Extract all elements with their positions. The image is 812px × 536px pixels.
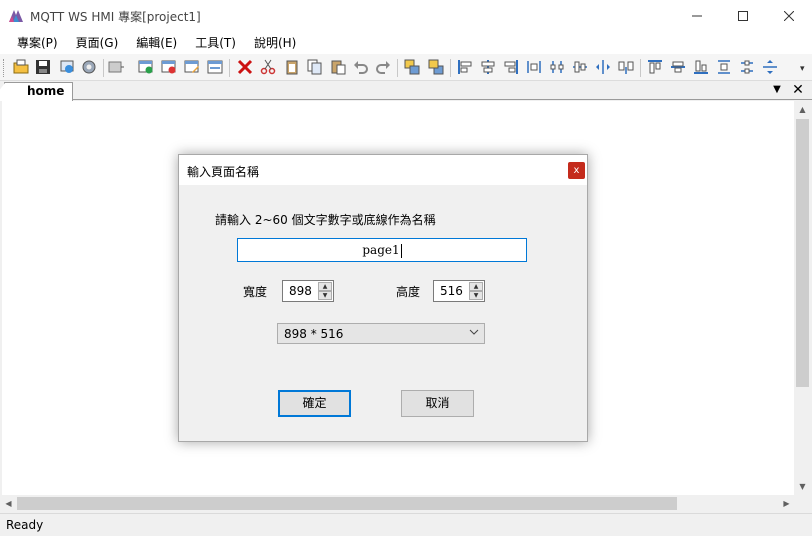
copy-icon[interactable] — [307, 59, 323, 75]
status-text: Ready — [6, 518, 44, 532]
toolbar-separator — [397, 59, 398, 77]
dialog-close-button[interactable]: x — [568, 162, 585, 179]
cancel-button[interactable]: 取消 — [401, 390, 474, 417]
distribute-vertical-icon[interactable] — [716, 59, 732, 75]
toolbar: ▾ — [0, 54, 812, 81]
status-bar: Ready — [0, 513, 812, 536]
maximize-icon — [738, 11, 748, 21]
paste-icon[interactable] — [330, 59, 346, 75]
page-properties-icon[interactable] — [207, 59, 223, 75]
center-horizontal-icon[interactable] — [618, 59, 634, 75]
dialog-title: 輸入頁面名稱 — [187, 165, 260, 179]
vertical-scroll-thumb[interactable] — [796, 119, 809, 387]
align-middle-icon[interactable] — [572, 59, 588, 75]
scroll-corner — [795, 495, 812, 512]
bring-front-icon[interactable] — [404, 59, 420, 75]
width-increase-arrow-icon[interactable]: ▲ — [318, 282, 332, 291]
menu-tools[interactable]: 工具(T) — [186, 32, 245, 54]
align-center-icon[interactable] — [480, 59, 496, 75]
delete-page-icon[interactable] — [161, 59, 177, 75]
toolbar-overflow-button[interactable]: ▾ — [800, 62, 810, 76]
align-top-icon[interactable] — [647, 59, 663, 75]
width-decrease-arrow-icon[interactable]: ▼ — [318, 291, 332, 300]
text-caret — [400, 243, 402, 258]
vertical-scrollbar[interactable]: ▲ ▼ — [794, 101, 811, 495]
width-label: 寬度 — [243, 285, 268, 299]
delete-icon[interactable] — [237, 59, 253, 75]
dialog-prompt: 請輸入 2~60 個文字數字或底線作為名稱 — [215, 213, 436, 227]
maximize-button[interactable] — [720, 0, 766, 32]
menu-page[interactable]: 頁面(G) — [67, 32, 128, 54]
tab-close-button[interactable]: ✕ — [790, 81, 806, 99]
send-back-icon[interactable] — [428, 59, 444, 75]
close-icon — [784, 11, 794, 21]
align-left-icon[interactable] — [457, 59, 473, 75]
page-list-icon[interactable] — [108, 59, 124, 75]
toolbar-separator — [450, 59, 451, 77]
menu-edit[interactable]: 編輯(E) — [127, 32, 186, 54]
width-stepper-buttons: ▲ ▼ — [318, 282, 332, 300]
menu-help[interactable]: 說明(H) — [245, 32, 305, 54]
horizontal-scroll-thumb[interactable] — [17, 497, 677, 510]
distribute-horizontal-icon[interactable] — [526, 59, 542, 75]
settings-icon[interactable] — [81, 59, 97, 75]
scroll-left-arrow-icon[interactable]: ◀ — [0, 495, 17, 512]
rename-page-icon[interactable] — [184, 59, 200, 75]
menu-project[interactable]: 專案(P) — [0, 32, 67, 54]
title-bar: MQTT WS HMI 專案[project1] — [0, 0, 812, 32]
tab-strip: home ▼ ✕ — [0, 81, 812, 101]
save-icon[interactable] — [35, 59, 51, 75]
height-stepper[interactable]: 516 ▲ ▼ — [433, 280, 485, 302]
space-horizontal-icon[interactable] — [595, 59, 611, 75]
width-stepper[interactable]: 898 ▲ ▼ — [282, 280, 334, 302]
size-preset-select[interactable]: 898 * 516 — [277, 323, 485, 344]
tab-dropdown-button[interactable]: ▼ — [770, 81, 784, 99]
chevron-down-icon — [469, 329, 479, 335]
page-name-value: page1 — [362, 243, 400, 257]
app-window: MQTT WS HMI 專案[project1] 專案(P) 頁面(G) 編輯(… — [0, 0, 812, 536]
toolbar-separator — [229, 59, 230, 77]
minimize-button[interactable] — [674, 0, 720, 32]
height-decrease-arrow-icon[interactable]: ▼ — [469, 291, 483, 300]
redo-icon[interactable] — [375, 59, 391, 75]
app-logo-icon — [9, 10, 23, 22]
toolbar-separator — [103, 59, 104, 77]
height-increase-arrow-icon[interactable]: ▲ — [469, 282, 483, 291]
align-bottom-icon[interactable] — [693, 59, 709, 75]
scroll-right-arrow-icon[interactable]: ▶ — [778, 495, 795, 512]
height-value: 516 — [440, 284, 463, 298]
close-window-button[interactable] — [766, 0, 812, 32]
page-name-dialog: 輸入頁面名稱 x 請輸入 2~60 個文字數字或底線作為名稱 page1 寬度 … — [178, 154, 588, 442]
page-name-input[interactable]: page1 — [237, 238, 527, 262]
window-title: MQTT WS HMI 專案[project1] — [30, 10, 201, 24]
menu-bar: 專案(P) 頁面(G) 編輯(E) 工具(T) 說明(H) — [0, 32, 812, 54]
undo-icon[interactable] — [353, 59, 369, 75]
align-right-icon[interactable] — [503, 59, 519, 75]
add-page-icon[interactable] — [138, 59, 154, 75]
toolbar-grip[interactable] — [3, 59, 6, 77]
paste-special-icon[interactable] — [284, 59, 300, 75]
tab-home[interactable]: home — [4, 82, 74, 101]
distribute-vertical-center-icon[interactable] — [739, 59, 755, 75]
scroll-down-arrow-icon[interactable]: ▼ — [794, 478, 811, 495]
open-folder-icon[interactable] — [13, 59, 29, 75]
dialog-title-bar: 輸入頁面名稱 x — [179, 155, 587, 185]
publish-icon[interactable] — [59, 59, 75, 75]
size-preset-value: 898 * 516 — [284, 327, 344, 341]
height-stepper-buttons: ▲ ▼ — [469, 282, 483, 300]
horizontal-scrollbar[interactable]: ◀ ▶ — [0, 495, 795, 512]
width-value: 898 — [289, 284, 312, 298]
height-label: 高度 — [396, 285, 421, 299]
ok-button[interactable]: 確定 — [278, 390, 351, 417]
toolbar-separator — [640, 59, 641, 77]
distribute-horizontal-center-icon[interactable] — [549, 59, 565, 75]
minimize-icon — [692, 15, 702, 17]
cut-icon[interactable] — [260, 59, 276, 75]
scroll-up-arrow-icon[interactable]: ▲ — [794, 101, 811, 118]
space-vertical-icon[interactable] — [762, 59, 778, 75]
align-vertical-center-icon[interactable] — [670, 59, 686, 75]
